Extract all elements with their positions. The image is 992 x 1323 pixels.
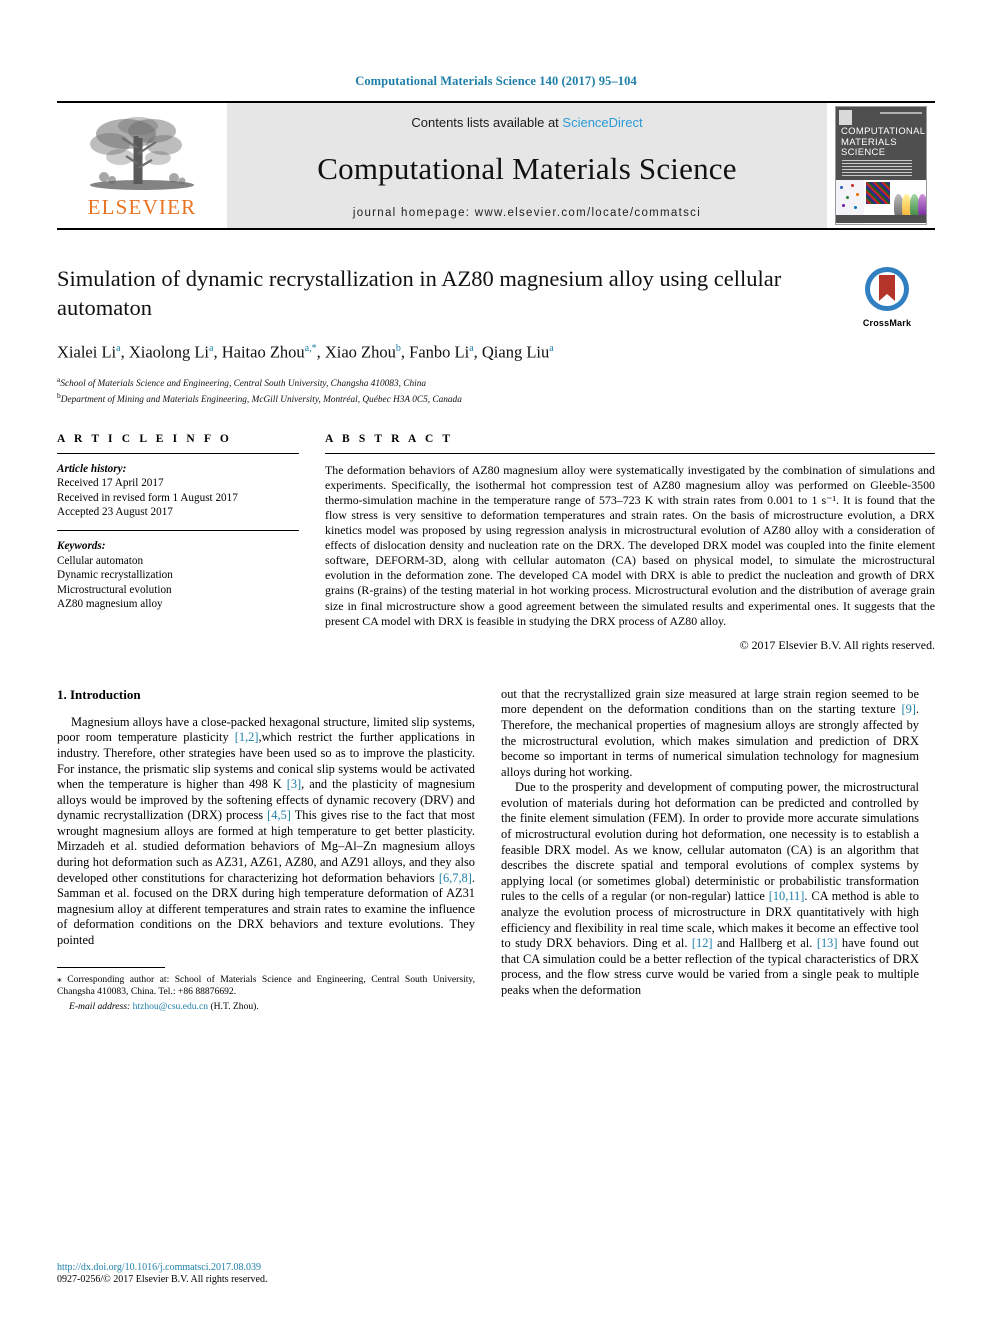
journal-title: Computational Materials Science [317,150,737,186]
masthead-center: Contents lists available at ScienceDirec… [227,103,827,228]
cover-footer-band [836,215,926,223]
issn-copyright: 0927-0256/© 2017 Elsevier B.V. All right… [57,1274,268,1285]
intro-paragraph-right-2: Due to the prosperity and development of… [501,780,919,997]
citation-ref[interactable]: [12] [692,936,713,950]
section-heading-introduction: 1. Introduction [57,686,141,702]
keywords-rule [57,530,299,532]
intro-paragraph-left: Magnesium alloys have a close-packed hex… [57,714,475,948]
left-column: 1. Introduction Magnesium alloys have a … [57,687,475,1014]
journal-masthead: ELSEVIER Contents lists available at Sci… [57,101,935,230]
keywords-block: Keywords: Cellular automaton Dynamic rec… [57,539,299,612]
contents-prefix: Contents lists available at [411,115,563,130]
history-item: Received in revised form 1 August 2017 [57,491,238,504]
abstract-text: The deformation behaviors of AZ80 magnes… [325,462,935,628]
article-info-rule [57,452,299,454]
corresponding-author-footnote: ⁎ Corresponding author at: School of Mat… [57,973,475,1012]
doi-link[interactable]: http://dx.doi.org/10.1016/j.commatsci.20… [57,1262,475,1273]
history-item: Received 17 April 2017 [57,477,164,490]
keyword-item: Microstructural evolution [57,583,172,596]
citation-ref[interactable]: [3] [287,777,301,791]
article-history: Article history: Received 17 April 2017 … [57,462,299,520]
info-abstract-section: A R T I C L E I N F O Article history: R… [57,433,935,653]
keywords-label: Keywords: [57,540,106,553]
footnote-rule [57,966,165,968]
crossmark-label: CrossMark [862,318,912,328]
paper-page: Computational Materials Science 140 (201… [0,0,992,1323]
page-title: Simulation of dynamic recrystallization … [57,266,782,320]
crossmark-badge[interactable]: CrossMark [839,266,935,328]
keyword-item: AZ80 magnesium alloy [57,598,163,611]
cover-image: COMPUTATIONAL MATERIALS SCIENCE [835,106,927,225]
abstract-heading: A B S T R A C T [325,432,454,445]
elsevier-wordmark: ELSEVIER [87,194,197,219]
abstract-column: A B S T R A C T The deformation behavior… [325,433,935,653]
affiliation-b: bDepartment of Mining and Materials Engi… [57,391,462,406]
contents-available-line: Contents lists available at ScienceDirec… [411,115,642,130]
running-head: Computational Materials Science 140 (201… [355,74,637,88]
citation-ref[interactable]: [1,2] [235,730,259,744]
cover-author-lines [842,159,912,176]
intro-paragraph-right-1: out that the recrystallized grain size m… [501,686,919,779]
body-columns: 1. Introduction Magnesium alloys have a … [57,687,935,1014]
email-label: E-mail address: [69,1000,131,1012]
elsevier-logo: ELSEVIER [57,103,227,228]
right-column: out that the recrystallized grain size m… [501,687,919,1014]
citation-ref[interactable]: [4,5] [267,808,291,822]
cover-top: COMPUTATIONAL MATERIALS SCIENCE [836,107,926,180]
abstract-copyright: © 2017 Elsevier B.V. All rights reserved… [739,637,935,652]
article-info-heading: A R T I C L E I N F O [57,432,232,445]
citation-ref[interactable]: [6,7,8] [439,871,472,885]
affiliations: aSchool of Materials Science and Enginee… [57,374,825,407]
article-history-label: Article history: [57,462,127,475]
citation-ref[interactable]: [13] [817,936,838,950]
elsevier-tree-icon [90,116,194,190]
cover-title: COMPUTATIONAL MATERIALS SCIENCE [841,126,925,158]
abstract-rule [325,452,935,454]
keyword-item: Cellular automaton [57,554,144,567]
citation-ref[interactable]: [10,11] [769,889,805,903]
page-footer: http://dx.doi.org/10.1016/j.commatsci.20… [57,1262,475,1285]
article-info-column: A R T I C L E I N F O Article history: R… [57,433,299,653]
author-list: Xialei Lia, Xiaolong Lia, Haitao Zhoua,*… [57,342,554,362]
history-item: Accepted 23 August 2017 [57,506,173,519]
title-block: Simulation of dynamic recrystallization … [57,264,935,407]
journal-homepage[interactable]: journal homepage: www.elsevier.com/locat… [353,207,701,219]
cover-elsevier-mark-icon [839,110,852,125]
email-footnote: E-mail address: htzhou@csu.edu.cn (H.T. … [69,1000,259,1012]
affiliation-a: aSchool of Materials Science and Enginee… [57,374,426,389]
email-link[interactable]: htzhou@csu.edu.cn [133,1001,208,1012]
cover-rule [880,112,922,114]
citation-ref[interactable]: [9] [901,702,915,716]
keyword-item: Dynamic recrystallization [57,569,173,582]
journal-cover-thumbnail: COMPUTATIONAL MATERIALS SCIENCE [827,103,935,228]
crossmark-icon [865,267,909,311]
sciencedirect-link[interactable]: ScienceDirect [562,115,642,130]
